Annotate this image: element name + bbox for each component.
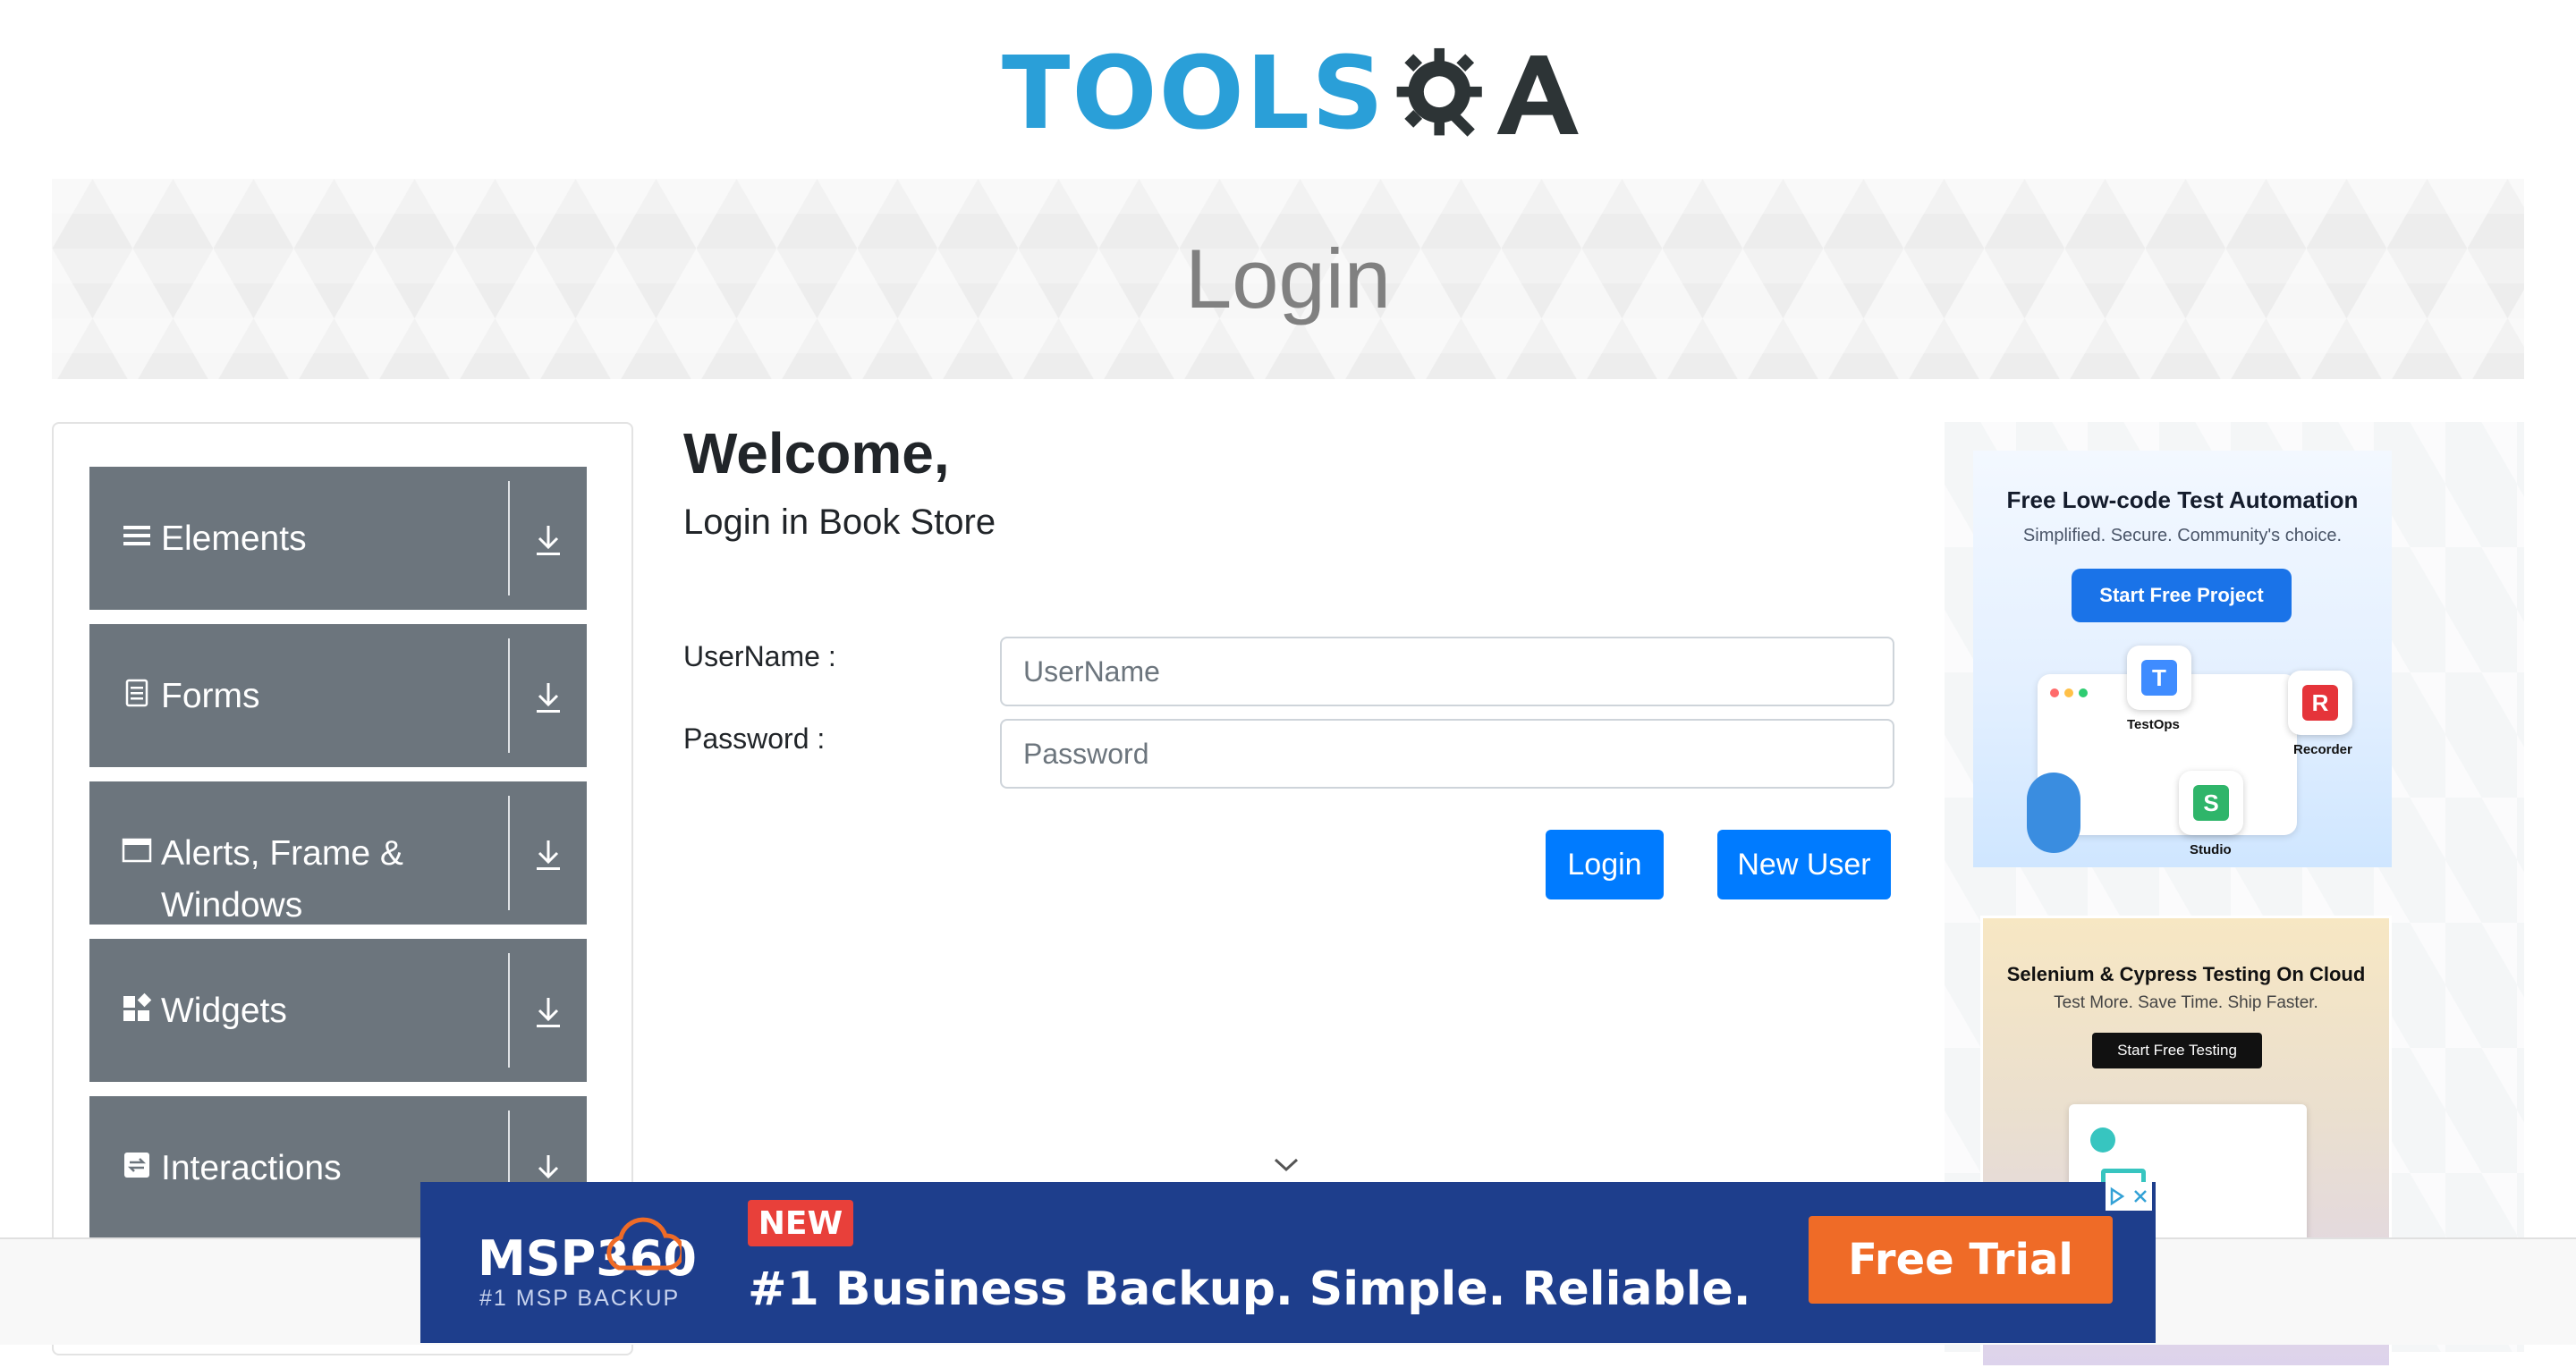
username-input[interactable] <box>1000 637 1894 706</box>
logo-letter-a <box>1496 55 1579 134</box>
robot-illustration <box>2027 773 2080 853</box>
divider <box>508 481 510 595</box>
divider <box>508 796 510 910</box>
hamburger-icon <box>123 526 150 545</box>
download-icon[interactable] <box>533 680 564 715</box>
msp360-ad[interactable]: MSP360 #1 MSP BACKUP NEW #1 Business Bac… <box>420 1182 2156 1343</box>
interactions-icon <box>124 1153 149 1178</box>
adchoices-icon[interactable] <box>2108 1186 2126 1206</box>
cloud-icon <box>606 1217 682 1271</box>
ad-subtitle: Test More. Save Time. Ship Faster. <box>2054 993 2318 1012</box>
page-banner: Login <box>52 179 2524 379</box>
recorder-icon: R <box>2288 671 2352 735</box>
sidebar-item-label: Elements <box>161 519 307 558</box>
ad-cta-button[interactable]: Start Free Project <box>2072 569 2292 622</box>
download-icon[interactable] <box>533 994 564 1030</box>
ad-tagline: #1 MSP BACKUP <box>479 1286 681 1311</box>
testops-label: TestOps <box>2127 717 2180 732</box>
sidebar-item-label: Forms <box>161 677 260 715</box>
lambdatest-logo-icon <box>2090 1127 2115 1153</box>
sidebar-item-elements[interactable]: Elements <box>89 467 587 610</box>
page-title: Login <box>1185 232 1391 325</box>
studio-icon: S <box>2179 771 2243 835</box>
ad-new-badge: NEW <box>748 1200 853 1246</box>
close-icon[interactable] <box>2131 1187 2149 1205</box>
widgets-icon <box>123 992 152 1021</box>
password-input[interactable] <box>1000 719 1894 789</box>
sidebar-item-label: Widgets <box>161 992 287 1030</box>
ad-headline: #1 Business Backup. Simple. Reliable. <box>748 1262 1751 1316</box>
gear-icon <box>1396 47 1482 137</box>
testops-icon: T <box>2127 646 2191 710</box>
ad-cta-button[interactable]: Start Free Testing <box>2092 1033 2262 1068</box>
window-icon <box>122 838 152 863</box>
sidebar-item-forms[interactable]: Forms <box>89 624 587 767</box>
document-icon <box>125 679 148 707</box>
divider <box>508 638 510 753</box>
dot-icon <box>2050 688 2059 697</box>
login-button[interactable]: Login <box>1546 830 1664 899</box>
dot-icon <box>2079 688 2088 697</box>
ad-title: Free Low-code Test Automation <box>2006 486 2359 513</box>
ad-controls <box>2106 1182 2152 1211</box>
download-icon[interactable] <box>533 837 564 873</box>
password-label: Password : <box>683 722 826 755</box>
katalon-ad[interactable]: Free Low-code Test Automation Simplified… <box>1973 451 2392 867</box>
login-subtitle: Login in Book Store <box>683 502 996 542</box>
sidebar-item-label: Alerts, Frame & Windows <box>161 834 403 925</box>
welcome-heading: Welcome, <box>683 421 950 486</box>
sidebar-item-alerts-frame-windows[interactable]: Alerts, Frame & Windows <box>89 781 587 925</box>
dot-icon <box>2064 688 2073 697</box>
ad-subtitle: Simplified. Secure. Community's choice. <box>2022 526 2343 545</box>
divider <box>508 953 510 1068</box>
download-icon[interactable] <box>533 522 564 558</box>
logo-text-tools: TOOLS <box>1002 36 1385 152</box>
toolsqa-logo[interactable]: TOOLS QA <box>1002 27 1583 161</box>
new-user-button[interactable]: New User <box>1717 830 1891 899</box>
recorder-label: Recorder <box>2293 742 2352 757</box>
free-trial-button[interactable]: Free Trial <box>1809 1216 2113 1304</box>
sidebar-item-widgets[interactable]: Widgets <box>89 939 587 1082</box>
studio-label: Studio <box>2190 842 2232 857</box>
chevron-down-icon[interactable] <box>1274 1157 1299 1173</box>
ad-title: Selenium & Cypress Testing On Cloud <box>2006 963 2366 985</box>
username-label: UserName : <box>683 640 836 672</box>
